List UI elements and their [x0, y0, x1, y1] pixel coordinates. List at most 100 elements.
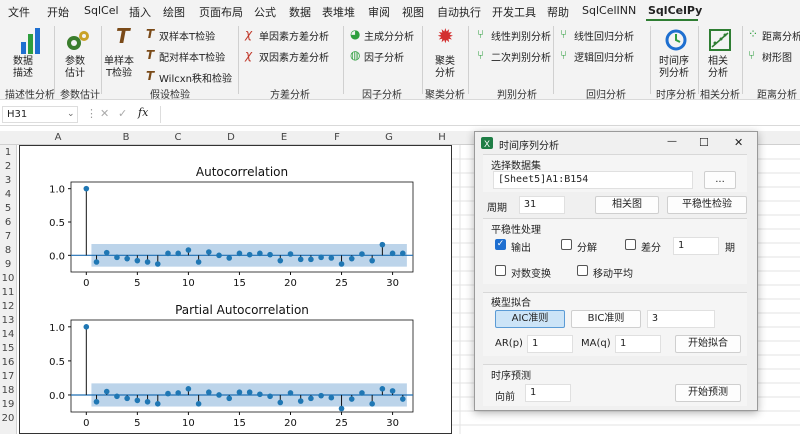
row-header[interactable]: 1 — [0, 147, 16, 158]
menu-sqlcelinn[interactable]: SqlCelINN — [582, 4, 636, 17]
menu-tables[interactable]: 表堆堆 — [322, 4, 355, 20]
log-checkbox[interactable] — [495, 265, 506, 276]
data-point — [134, 397, 141, 404]
data-point — [93, 259, 100, 265]
aic-button[interactable]: AIC准则 — [495, 310, 565, 328]
row-header[interactable]: 20 — [0, 413, 16, 424]
single-t-button[interactable]: T 单样本 T检验 — [104, 26, 144, 84]
branch-icon: ⑂ — [477, 48, 485, 62]
data-desc-button[interactable]: 数据 描述 — [10, 26, 50, 84]
dialog-titlebar[interactable]: X 时间序列分析 — ☐ ✕ — [475, 132, 757, 154]
diff-label: 差分 — [641, 243, 661, 254]
row-header[interactable]: 14 — [0, 329, 16, 340]
stationary-label: 平稳性处理 — [491, 225, 541, 236]
row-header[interactable]: 7 — [0, 231, 16, 242]
data-range-input[interactable]: [Sheet5]A1:B154 — [493, 171, 693, 189]
col-header-g[interactable]: G — [371, 132, 407, 143]
col-header-d[interactable]: D — [213, 132, 249, 143]
row-header[interactable]: 6 — [0, 217, 16, 228]
row-header[interactable]: 19 — [0, 399, 16, 410]
row-header[interactable]: 8 — [0, 245, 16, 256]
param-est-button[interactable]: 参数 估计 — [58, 26, 98, 84]
separator — [54, 26, 55, 94]
data-point — [83, 185, 90, 192]
menu-home[interactable]: 开始 — [47, 4, 69, 20]
name-box[interactable]: H31 ⌄ — [2, 106, 78, 123]
col-header-e[interactable]: E — [266, 132, 302, 143]
param-est-label: 参数 估计 — [65, 56, 85, 79]
diff-input[interactable]: 1 — [673, 237, 719, 255]
menu-page-layout[interactable]: 页面布局 — [199, 4, 243, 20]
col-header-h[interactable]: H — [424, 132, 460, 143]
corr-button[interactable]: 相关 分析 — [702, 26, 738, 84]
decompose-checkbox[interactable] — [561, 239, 572, 250]
timeseries-button[interactable]: 时间序 列分析 — [656, 26, 696, 84]
row-header[interactable]: 2 — [0, 161, 16, 172]
ar-input[interactable]: 1 — [527, 335, 573, 353]
period-unit: 期 — [725, 243, 735, 254]
data-point — [206, 389, 212, 396]
diff-checkbox[interactable] — [625, 239, 636, 250]
row-header[interactable]: 4 — [0, 189, 16, 200]
group-anova: 方差分析 — [270, 90, 310, 101]
row-header[interactable]: 11 — [0, 287, 16, 298]
data-point — [236, 389, 243, 396]
output-checkbox[interactable]: ✓ — [495, 239, 506, 250]
menu-review[interactable]: 审阅 — [368, 4, 390, 20]
menu-automate[interactable]: 自动执行 — [437, 4, 481, 20]
cluster-button[interactable]: ✹ 聚类 分析 — [430, 26, 462, 84]
menu-data[interactable]: 数据 — [289, 4, 311, 20]
data-point — [226, 255, 233, 261]
menu-file[interactable]: 文件 — [8, 4, 30, 20]
row-header[interactable]: 5 — [0, 203, 16, 214]
moving-avg-checkbox[interactable] — [577, 265, 588, 276]
data-point — [195, 259, 202, 265]
col-header-c[interactable]: C — [160, 132, 196, 143]
data-point — [348, 255, 355, 262]
bic-button[interactable]: BIC准则 — [571, 310, 641, 328]
start-fit-button[interactable]: 开始拟合 — [675, 335, 741, 353]
menu-sqlcel[interactable]: SqlCel — [84, 4, 119, 17]
menu-formulas[interactable]: 公式 — [254, 4, 276, 20]
row-header[interactable]: 17 — [0, 371, 16, 382]
stationary-test-button[interactable]: 平稳性检验 — [667, 196, 747, 214]
menu-draw[interactable]: 绘图 — [163, 4, 185, 20]
menu-help[interactable]: 帮助 — [547, 4, 569, 20]
row-header[interactable]: 3 — [0, 175, 16, 186]
col-header-f[interactable]: F — [319, 132, 355, 143]
close-icon[interactable]: ✕ — [734, 136, 743, 149]
ma-input[interactable]: 1 — [615, 335, 661, 353]
row-header[interactable]: 16 — [0, 357, 16, 368]
start-forecast-button[interactable]: 开始预测 — [675, 384, 741, 402]
separator — [238, 26, 239, 94]
dialog-title: 时间序列分析 — [499, 141, 559, 152]
data-point — [348, 396, 355, 402]
row-header[interactable]: 10 — [0, 273, 16, 284]
data-point — [287, 390, 294, 396]
row-header[interactable]: 15 — [0, 343, 16, 354]
menu-view[interactable]: 视图 — [402, 4, 424, 20]
menu-insert[interactable]: 插入 — [129, 4, 151, 20]
menu-developer[interactable]: 开发工具 — [492, 4, 536, 20]
row-header[interactable]: 9 — [0, 259, 16, 270]
corr-chart-button[interactable]: 相关图 — [595, 196, 659, 214]
period-input[interactable]: 31 — [519, 196, 565, 214]
divider — [160, 106, 161, 123]
col-header-b[interactable]: B — [108, 132, 144, 143]
forward-input[interactable]: 1 — [525, 384, 571, 402]
minimize-icon[interactable]: — — [667, 136, 677, 147]
row-header[interactable]: 18 — [0, 385, 16, 396]
fx-icon[interactable]: fx — [138, 106, 148, 119]
menu-sqlcelpy[interactable]: SqlCelPy — [648, 4, 702, 17]
y-tick-label: 0.5 — [49, 218, 65, 229]
separator — [101, 26, 102, 94]
row-header[interactable]: 13 — [0, 315, 16, 326]
col-header-a[interactable]: A — [40, 132, 76, 143]
cancel-icon[interactable]: ✕ — [100, 107, 109, 120]
row-header[interactable]: 12 — [0, 301, 16, 312]
maximize-icon[interactable]: ☐ — [699, 136, 709, 149]
x-tick-label: 30 — [386, 278, 399, 289]
confirm-icon[interactable]: ✓ — [118, 107, 127, 120]
browse-button[interactable]: ... — [704, 171, 736, 189]
ic-input[interactable]: 3 — [647, 310, 715, 328]
